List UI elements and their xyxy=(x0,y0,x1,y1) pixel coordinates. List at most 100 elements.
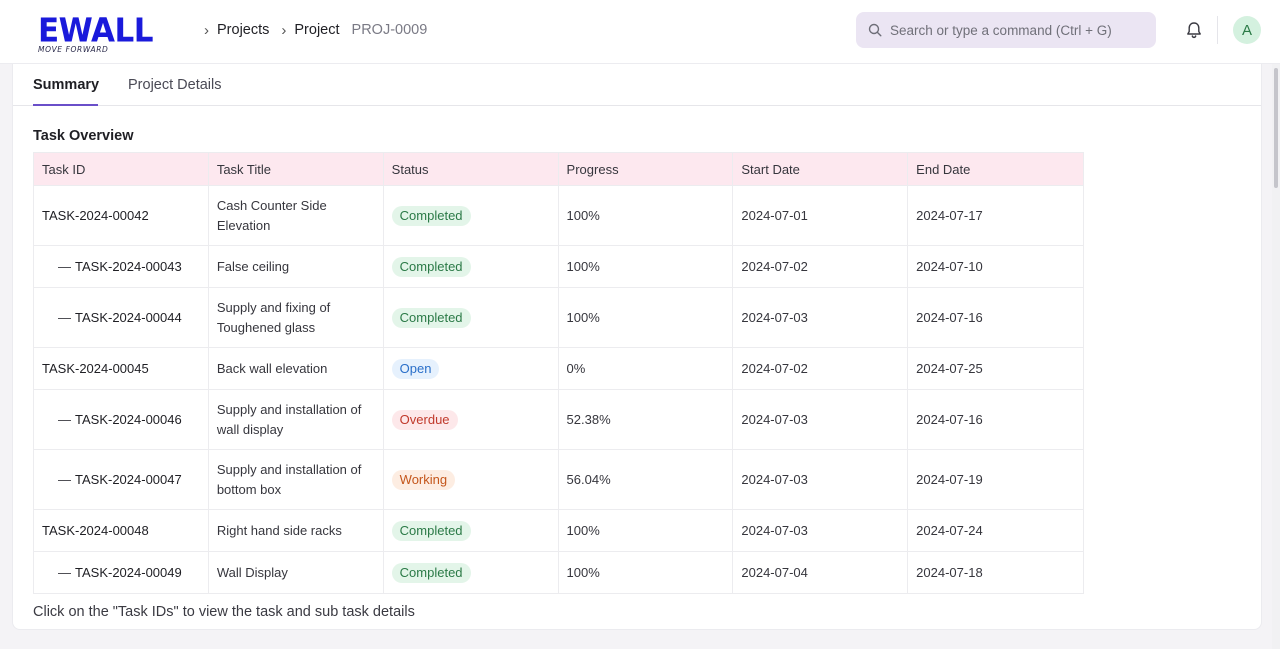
cell-progress: 52.38% xyxy=(557,389,734,450)
brand-logo[interactable]: EWALL MOVE FORWARD xyxy=(38,14,158,56)
cell-end-date: 2024-07-19 xyxy=(907,449,1084,510)
task-id-link[interactable]: TASK-2024-00044 xyxy=(75,310,182,325)
cell-task-title: Wall Display xyxy=(207,551,384,594)
column-header-task-id: Task ID xyxy=(33,152,209,186)
cell-task-id: TASK-2024-00048 xyxy=(33,509,209,552)
cell-status: Completed xyxy=(382,551,559,594)
cell-progress: 100% xyxy=(557,185,734,246)
cell-start-date: 2024-07-04 xyxy=(732,551,909,594)
cell-end-date: 2024-07-16 xyxy=(907,389,1084,450)
cell-status: Completed xyxy=(382,287,559,348)
status-badge: Completed xyxy=(391,562,471,583)
tab-project-details[interactable]: Project Details xyxy=(128,77,221,93)
section-title: Task Overview xyxy=(33,128,134,144)
cell-task-title: Supply and installation of bottom box xyxy=(207,449,384,510)
table-body: TASK-2024-00042 Cash Counter Side Elevati… xyxy=(33,185,1084,594)
task-table: Task ID Task Title Status Progress Start… xyxy=(33,152,1084,594)
task-id-link[interactable]: TASK-2024-00047 xyxy=(75,472,182,487)
column-header-task-title: Task Title xyxy=(207,152,384,186)
cell-start-date: 2024-07-03 xyxy=(732,449,909,510)
cell-end-date: 2024-07-16 xyxy=(907,287,1084,348)
cell-status: Completed xyxy=(382,245,559,288)
task-id-link[interactable]: TASK-2024-00046 xyxy=(75,412,182,427)
brand-name: EWALL xyxy=(38,11,153,50)
breadcrumb-project[interactable]: Project xyxy=(294,22,339,38)
task-id-link[interactable]: TASK-2024-00048 xyxy=(42,523,149,538)
cell-task-title: Supply and installation of wall display xyxy=(207,389,384,450)
cell-progress: 100% xyxy=(557,551,734,594)
page-card: Summary Project Details Task Overview Ta… xyxy=(12,64,1262,630)
breadcrumb-current[interactable]: PROJ-0009 xyxy=(352,22,428,38)
subtask-indent-dash: — xyxy=(58,564,71,580)
cell-end-date: 2024-07-17 xyxy=(907,185,1084,246)
cell-progress: 100% xyxy=(557,287,734,348)
cell-task-id: — TASK-2024-00047 xyxy=(33,449,209,510)
column-header-progress: Progress xyxy=(557,152,734,186)
task-id-link[interactable]: TASK-2024-00049 xyxy=(75,565,182,580)
status-badge: Open xyxy=(391,358,440,379)
table-row: — TASK-2024-00049 Wall Display Completed 100… xyxy=(33,551,1084,594)
tab-bar: Summary Project Details xyxy=(13,64,1261,106)
column-header-status: Status xyxy=(382,152,559,186)
task-id-link[interactable]: TASK-2024-00042 xyxy=(42,208,149,223)
status-badge: Completed xyxy=(391,205,471,226)
cell-start-date: 2024-07-03 xyxy=(732,287,909,348)
cell-start-date: 2024-07-01 xyxy=(732,185,909,246)
navbar-divider xyxy=(1217,16,1218,44)
avatar[interactable]: A xyxy=(1233,16,1261,44)
cell-progress: 0% xyxy=(557,347,734,390)
cell-task-id: TASK-2024-00042 xyxy=(33,185,209,246)
cell-status: Completed xyxy=(382,509,559,552)
column-header-start-date: Start Date xyxy=(732,152,909,186)
status-badge: Overdue xyxy=(391,409,458,430)
table-row: — TASK-2024-00047 Supply and installation … xyxy=(33,449,1084,510)
cell-end-date: 2024-07-24 xyxy=(907,509,1084,552)
breadcrumb-projects[interactable]: Projects xyxy=(217,22,269,38)
cell-end-date: 2024-07-25 xyxy=(907,347,1084,390)
column-header-end-date: End Date xyxy=(907,152,1084,186)
subtask-indent-dash: — xyxy=(58,258,71,274)
cell-task-id: — TASK-2024-00046 xyxy=(33,389,209,450)
cell-status: Overdue xyxy=(382,389,559,450)
table-row: — TASK-2024-00043 False ceiling Completed 10… xyxy=(33,245,1084,288)
cell-task-id: — TASK-2024-00044 xyxy=(33,287,209,348)
cell-task-id: — TASK-2024-00049 xyxy=(33,551,209,594)
cell-start-date: 2024-07-02 xyxy=(732,347,909,390)
status-badge: Completed xyxy=(391,307,471,328)
status-badge: Completed xyxy=(391,256,471,277)
cell-end-date: 2024-07-10 xyxy=(907,245,1084,288)
cell-status: Working xyxy=(382,449,559,510)
breadcrumb: › Projects › Project PROJ-0009 xyxy=(204,20,439,40)
table-row: — TASK-2024-00044 Supply and fixing of Tou… xyxy=(33,287,1084,348)
subtask-indent-dash: — xyxy=(58,471,71,487)
cell-task-title: Supply and fixing of Toughened glass xyxy=(207,287,384,348)
cell-status: Completed xyxy=(382,185,559,246)
task-id-link[interactable]: TASK-2024-00043 xyxy=(75,259,182,274)
cell-status: Open xyxy=(382,347,559,390)
chevron-right-icon: › xyxy=(281,21,287,39)
bell-icon[interactable] xyxy=(1184,20,1204,40)
table-row: TASK-2024-00045 Back wall elevation Open 0%… xyxy=(33,347,1084,390)
cell-task-title: Cash Counter Side Elevation xyxy=(207,185,384,246)
cell-task-id: TASK-2024-00045 xyxy=(33,347,209,390)
tab-summary[interactable]: Summary xyxy=(33,77,99,93)
search-bar[interactable] xyxy=(856,12,1156,48)
cell-progress: 56.04% xyxy=(557,449,734,510)
cell-start-date: 2024-07-03 xyxy=(732,509,909,552)
subtask-indent-dash: — xyxy=(58,309,71,325)
cell-progress: 100% xyxy=(557,509,734,552)
search-input[interactable] xyxy=(890,22,1140,38)
table-footnote: Click on the "Task IDs" to view the task… xyxy=(33,604,415,620)
cell-progress: 100% xyxy=(557,245,734,288)
task-id-link[interactable]: TASK-2024-00045 xyxy=(42,361,149,376)
cell-start-date: 2024-07-03 xyxy=(732,389,909,450)
scrollbar-thumb[interactable] xyxy=(1274,68,1278,188)
cell-start-date: 2024-07-02 xyxy=(732,245,909,288)
active-tab-indicator xyxy=(33,104,98,106)
cell-task-title: False ceiling xyxy=(207,245,384,288)
table-row: TASK-2024-00042 Cash Counter Side Elevati… xyxy=(33,185,1084,246)
subtask-indent-dash: — xyxy=(58,411,71,427)
cell-end-date: 2024-07-18 xyxy=(907,551,1084,594)
chevron-right-icon: › xyxy=(204,21,209,39)
navbar: EWALL MOVE FORWARD › Projects › Project … xyxy=(0,0,1280,64)
